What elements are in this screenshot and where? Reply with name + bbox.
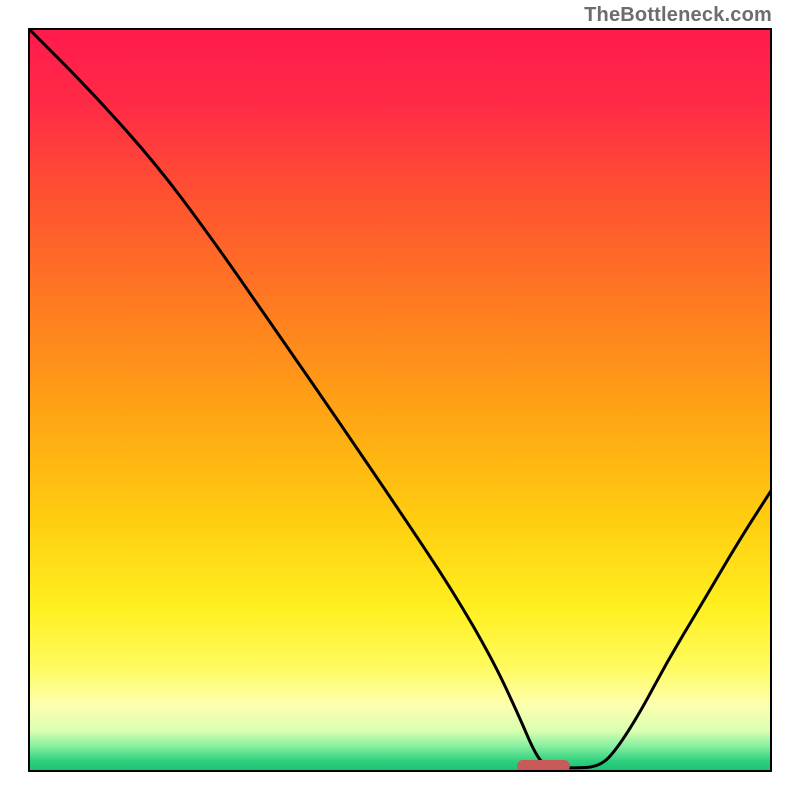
watermark-text: TheBottleneck.com bbox=[584, 4, 772, 27]
optimal-marker bbox=[517, 760, 571, 772]
plot-area bbox=[28, 28, 772, 772]
chart-stage: TheBottleneck.com bbox=[0, 0, 800, 800]
bottleneck-curve bbox=[28, 28, 772, 772]
